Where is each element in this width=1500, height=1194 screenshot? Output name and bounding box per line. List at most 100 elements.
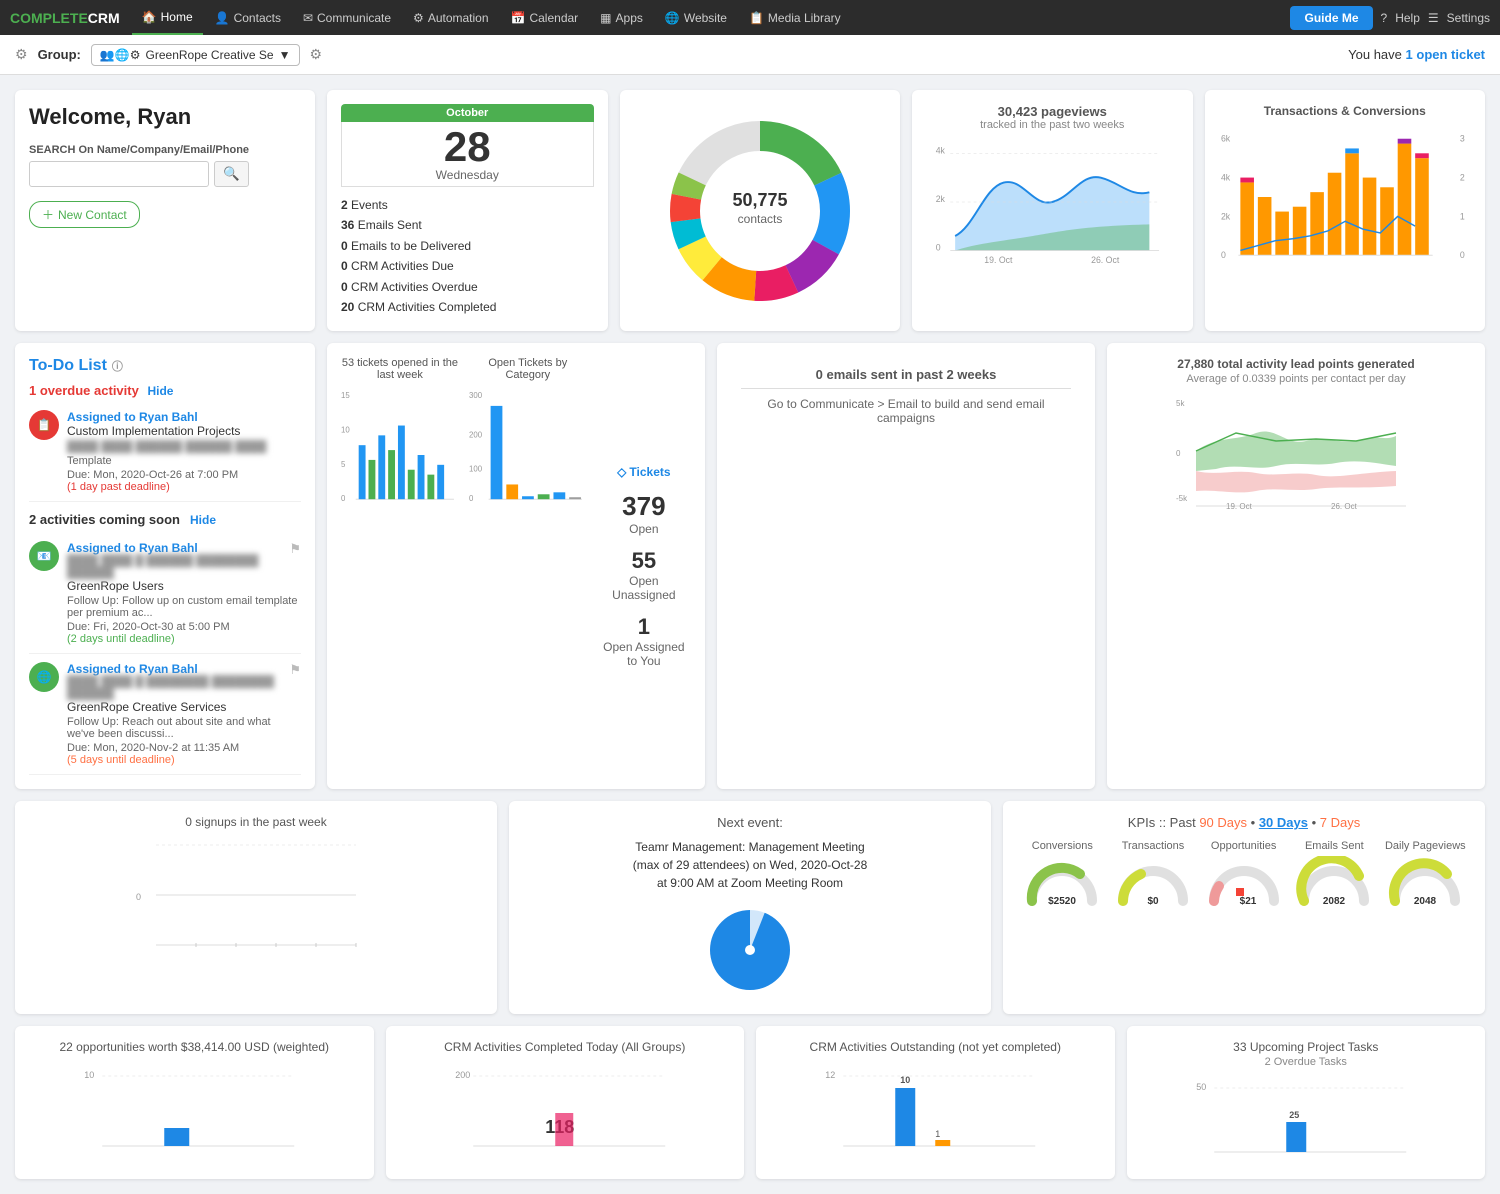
calendar-card: October 28 Wednesday 2 Events 36 Emails … <box>327 90 608 331</box>
svg-text:200: 200 <box>469 431 483 440</box>
svg-text:15: 15 <box>341 391 350 400</box>
svg-text:5k: 5k <box>1176 399 1185 408</box>
gear-settings-icon[interactable]: ⚙ <box>310 46 323 63</box>
diamond-icon: ◇ <box>617 465 626 479</box>
tickets-card: 53 tickets opened in the last week 15 10… <box>327 343 705 789</box>
tickets-content: 53 tickets opened in the last week 15 10… <box>341 357 691 775</box>
tickets-link-area: ◇ Tickets <box>597 465 691 479</box>
tickets-link[interactable]: ◇ Tickets <box>597 465 691 479</box>
calendar-header: October 28 Wednesday <box>341 104 594 187</box>
tickets-assigned-count: 1 <box>597 614 691 640</box>
project-tasks-svg: 50 25 <box>1141 1072 1472 1162</box>
svg-text:$2520: $2520 <box>1048 896 1076 907</box>
nav-apps[interactable]: ▦ Apps <box>590 0 653 35</box>
nav-calendar[interactable]: 📅 Calendar <box>501 0 589 35</box>
crm-today-card: CRM Activities Completed Today (All Grou… <box>386 1026 745 1179</box>
chevron-down-icon: ▼ <box>279 48 291 62</box>
activity-header-2: Assigned to Ryan Bahl ████ ████ █ ██████… <box>67 662 301 700</box>
svg-text:$0: $0 <box>1147 896 1159 907</box>
pageviews-subtitle: tracked in the past two weeks <box>926 119 1179 131</box>
tickets-category-chart: Open Tickets by Category 300 200 100 0 <box>469 357 587 775</box>
open-ticket-link[interactable]: 1 open ticket <box>1406 47 1485 62</box>
pageviews-title: 30,423 pageviews <box>926 104 1179 119</box>
info-icon[interactable]: ⓘ <box>112 358 123 374</box>
svg-text:10: 10 <box>900 1075 910 1085</box>
signups-title: 0 signups in the past week <box>29 815 483 829</box>
nav-website[interactable]: 🌐 Website <box>655 0 737 35</box>
nav-automation[interactable]: ⚙ Automation <box>403 0 498 35</box>
nav-media-library[interactable]: 📋 Media Library <box>739 0 851 35</box>
crm-today-svg: 200 118 <box>400 1058 731 1158</box>
signups-card: 0 signups in the past week 0 <box>15 801 497 1014</box>
kpi-7-days[interactable]: 7 Days <box>1320 815 1360 830</box>
row-3: 0 signups in the past week 0 Next event:… <box>15 801 1485 1014</box>
activity-assigned-1[interactable]: Assigned to Ryan Bahl <box>67 541 289 555</box>
contacts-donut: 50,775 contacts <box>660 111 860 311</box>
settings-label[interactable]: Settings <box>1447 11 1490 25</box>
activity-detail-0: Template <box>67 455 301 467</box>
new-contact-button[interactable]: ＋ New Contact <box>29 201 140 228</box>
kpi-gauge-emails: Emails Sent 2082 <box>1294 840 1374 914</box>
hide-overdue-link[interactable]: Hide <box>147 384 173 398</box>
tickets-assigned-block: 1 Open Assigned to You <box>597 614 691 668</box>
top-navigation: COMPLETECRM 🏠 Home 👤 Contacts ✉ Communic… <box>0 0 1500 35</box>
main-content: Welcome, Ryan SEARCH On Name/Company/Ema… <box>0 75 1500 1194</box>
tickets-open-label: Open <box>597 522 691 536</box>
event-pie <box>523 900 977 1000</box>
nav-communicate[interactable]: ✉ Communicate <box>293 0 401 35</box>
next-event-card: Next event: Teamr Management: Management… <box>509 801 991 1014</box>
crm-outstanding-svg: 12 10 1 <box>770 1058 1101 1158</box>
app-logo: COMPLETECRM <box>10 10 120 26</box>
svg-text:300: 300 <box>469 391 483 400</box>
svg-text:0: 0 <box>136 892 141 902</box>
help-label[interactable]: Help <box>1395 11 1420 25</box>
svg-text:0: 0 <box>1176 449 1181 458</box>
svg-text:1: 1 <box>935 1129 940 1139</box>
svg-text:19. Oct: 19. Oct <box>1226 502 1253 511</box>
project-tasks-card: 33 Upcoming Project Tasks 2 Overdue Task… <box>1127 1026 1486 1179</box>
kpi-90-days[interactable]: 90 Days <box>1199 815 1247 830</box>
svg-text:5: 5 <box>341 460 346 469</box>
activity-icon-green-1: 🌐 <box>29 662 59 692</box>
kpi-gauge-transactions: Transactions $0 <box>1113 840 1193 914</box>
transactions-title: Transactions & Conversions <box>1219 104 1472 118</box>
emails-widget-card: 0 emails sent in past 2 weeks Go to Comm… <box>717 343 1095 789</box>
kpi-card: KPIs :: Past 90 Days • 30 Days • 7 Days … <box>1003 801 1485 1014</box>
guide-me-button[interactable]: Guide Me <box>1290 6 1372 30</box>
pageviews-card: 30,423 pageviews tracked in the past two… <box>912 90 1193 331</box>
donut-label-text: contacts <box>737 212 782 226</box>
svg-text:$21: $21 <box>1239 896 1256 907</box>
activity-assigned-0[interactable]: Assigned to Ryan Bahl <box>67 410 301 424</box>
activity-assigned-2[interactable]: Assigned to Ryan Bahl <box>67 662 289 676</box>
todo-card: To-Do List ⓘ 1 overdue activity Hide 📋 A… <box>15 343 315 789</box>
nav-right-area: Guide Me ? Help ☰ Settings <box>1290 6 1490 30</box>
group-selector[interactable]: 👥🌐⚙ GreenRope Creative Se ▼ <box>91 44 300 66</box>
signups-svg: 0 <box>29 835 483 955</box>
tickets-assigned-label: Open Assigned to You <box>597 640 691 668</box>
svg-text:200: 200 <box>455 1070 470 1080</box>
svg-text:19. Oct: 19. Oct <box>984 255 1013 265</box>
hide-coming-soon-link[interactable]: Hide <box>190 513 216 527</box>
search-button[interactable]: 🔍 <box>214 161 249 187</box>
search-input[interactable] <box>29 161 209 187</box>
crm-today-title: CRM Activities Completed Today (All Grou… <box>400 1040 731 1054</box>
tickets-bar-svg: 15 10 5 0 <box>341 385 459 525</box>
flag-icon-0[interactable]: ⚑ <box>289 541 301 557</box>
tickets-category-title: Open Tickets by Category <box>469 357 587 381</box>
kpi-gauge-conversions: Conversions $2520 <box>1022 840 1102 914</box>
row-4: 22 opportunities worth $38,414.00 USD (w… <box>15 1026 1485 1179</box>
kpi-30-days[interactable]: 30 Days <box>1259 815 1308 830</box>
activity-project-0: Custom Implementation Projects <box>67 424 301 438</box>
nav-contacts[interactable]: 👤 Contacts <box>205 0 291 35</box>
emails-widget-content: 0 emails sent in past 2 weeks Go to Comm… <box>731 357 1081 435</box>
calendar-day-box: 28 Wednesday <box>341 122 594 187</box>
activity-info-2: Assigned to Ryan Bahl ████ ████ █ ██████… <box>67 662 289 700</box>
event-pie-svg <box>700 900 800 1000</box>
project-tasks-subtitle: 2 Overdue Tasks <box>1141 1056 1472 1068</box>
activity-detail-2: Follow Up: Reach out about site and what… <box>67 716 301 740</box>
nav-home[interactable]: 🏠 Home <box>132 0 203 35</box>
overdue-label: 1 overdue activity Hide <box>29 383 301 398</box>
crm-outstanding-card: CRM Activities Outstanding (not yet comp… <box>756 1026 1115 1179</box>
coming-soon-label: 2 activities coming soon Hide <box>29 512 301 527</box>
flag-icon-1[interactable]: ⚑ <box>289 662 301 678</box>
